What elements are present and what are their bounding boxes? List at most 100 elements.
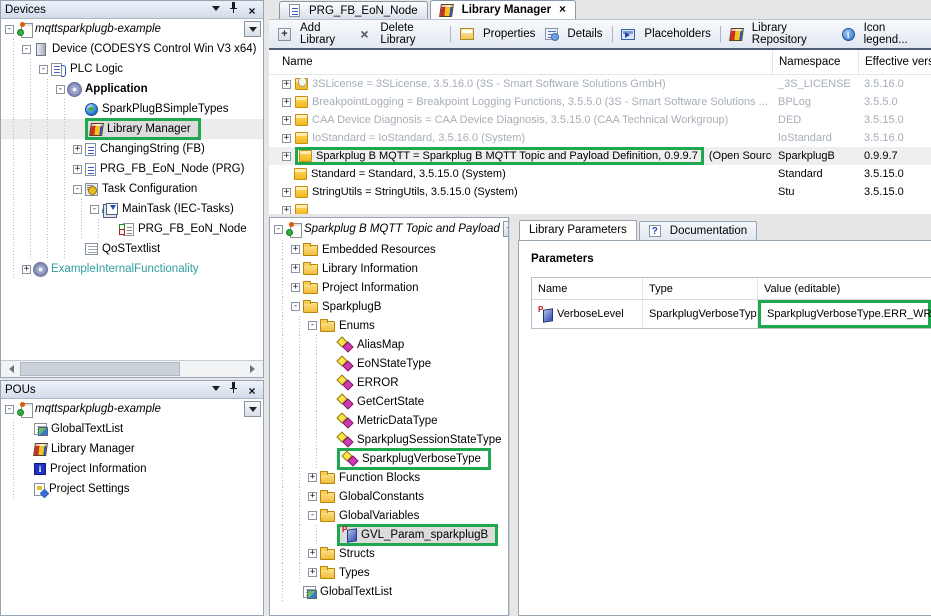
tree-item-maintask-iec-tasks[interactable]: -MainTask (IEC-Tasks) <box>1 199 263 219</box>
expander-minus[interactable]: - <box>308 511 317 520</box>
column-header-name[interactable]: Name <box>269 56 772 68</box>
scrollbar-thumb[interactable] <box>20 362 180 376</box>
tree-item-error[interactable]: ERROR <box>270 373 508 392</box>
expander-plus[interactable]: + <box>308 492 317 501</box>
toolbar-button-delete-library[interactable]: Delete Library <box>354 20 446 48</box>
expander-minus[interactable]: - <box>56 85 65 94</box>
expander-plus[interactable]: + <box>282 80 291 89</box>
tree-item-types[interactable]: +Types <box>270 563 508 582</box>
column-header-namespace[interactable]: Namespace <box>772 50 858 74</box>
tree-view-selector[interactable] <box>244 21 261 37</box>
tree-item-mqttsparkplugb-example[interactable]: -mqttsparkplugb-example <box>1 399 263 419</box>
expander-plus[interactable]: + <box>282 206 291 215</box>
toolbar-button-properties[interactable]: Properties <box>455 26 540 42</box>
expander-plus[interactable]: + <box>308 568 317 577</box>
library-row-standard[interactable]: Standard = Standard, 3.5.15.0 (System)St… <box>269 165 931 183</box>
library-row-ded[interactable]: +CAA Device Diagnosis = CAA Device Diagn… <box>269 111 931 129</box>
tree-item-plc-logic[interactable]: -PLC Logic <box>1 59 263 79</box>
expander-minus[interactable]: - <box>274 225 283 234</box>
toolbar-button-icon-legend[interactable]: Icon legend... <box>837 20 927 48</box>
tab-library-parameters[interactable]: Library Parameters <box>519 220 637 240</box>
library-row-iostandard[interactable]: +IoStandard = IoStandard, 3.5.16.0 (Syst… <box>269 129 931 147</box>
expander-plus[interactable]: + <box>308 549 317 558</box>
library-row-_3s_license[interactable]: +3SLicense = 3SLicense, 3.5.16.0 (3S - S… <box>269 75 931 93</box>
tree-item-globaltextlist[interactable]: GlobalTextList <box>270 582 508 601</box>
tree-item-metricdatatype[interactable]: MetricDataType <box>270 411 508 430</box>
tree-item-sparkplugsessionstatetype[interactable]: SparkplugSessionStateType <box>270 430 508 449</box>
expander-plus[interactable]: + <box>282 188 291 197</box>
tree-item-project-information[interactable]: Project Information <box>1 459 263 479</box>
expander-plus[interactable]: + <box>308 473 317 482</box>
expander-plus[interactable]: + <box>291 283 300 292</box>
expander-minus[interactable]: - <box>22 45 31 54</box>
tree-item-getcertstate[interactable]: GetCertState <box>270 392 508 411</box>
parameter-value-cell[interactable]: SparkplugVerboseType.ERR_WRN <box>757 300 931 328</box>
tab-documentation[interactable]: Documentation <box>639 221 757 240</box>
expander-minus[interactable]: - <box>5 405 14 414</box>
tree-item-gvl-param-sparkplugb[interactable]: GVL_Param_sparkplugB <box>270 525 508 544</box>
expander-plus[interactable]: + <box>282 134 291 143</box>
library-row-partial[interactable]: + <box>269 201 931 214</box>
tree-item-mqttsparkplugb-example[interactable]: -mqttsparkplugb-example <box>1 19 263 39</box>
tree-item-function-blocks[interactable]: +Function Blocks <box>270 468 508 487</box>
expander-plus[interactable]: + <box>282 98 291 107</box>
tree-item-sparkplugverbosetype[interactable]: SparkplugVerboseType <box>270 449 508 468</box>
expander-minus[interactable]: - <box>73 185 82 194</box>
tree-item-sparkplugb[interactable]: -SparkplugB <box>270 297 508 316</box>
expander-plus[interactable]: + <box>282 152 291 161</box>
pin-icon[interactable] <box>227 381 241 395</box>
tree-item-aliasmap[interactable]: AliasMap <box>270 335 508 354</box>
tree-item-prg-fb-eon-node-prg[interactable]: +PRG_FB_EoN_Node (PRG) <box>1 159 263 179</box>
tree-view-selector[interactable] <box>244 401 261 417</box>
tree-item-qostextlist[interactable]: QoSTextlist <box>1 239 263 259</box>
tree-item-sparkplugbsimpletypes[interactable]: SparkPlugBSimpleTypes <box>1 99 263 119</box>
expander-minus[interactable]: - <box>5 25 14 34</box>
scroll-right-arrow-icon[interactable] <box>246 361 263 377</box>
expander-minus[interactable]: - <box>308 321 317 330</box>
close-icon[interactable]: × <box>245 4 259 18</box>
tree-item-project-settings[interactable]: Project Settings <box>1 479 263 499</box>
expander-plus[interactable]: + <box>291 264 300 273</box>
close-icon[interactable]: × <box>245 384 259 398</box>
column-header-effective-version[interactable]: Effective version <box>858 50 931 74</box>
expander-plus[interactable]: + <box>291 245 300 254</box>
tree-item-task-configuration[interactable]: -Task Configuration <box>1 179 263 199</box>
toolbar-button-placeholders[interactable]: Placeholders <box>616 26 715 42</box>
library-row-bplog[interactable]: +BreakpointLogging = Breakpoint Logging … <box>269 93 931 111</box>
pin-icon[interactable] <box>227 1 241 15</box>
library-row-stu[interactable]: +StringUtils = StringUtils, 3.5.15.0 (Sy… <box>269 183 931 201</box>
panel-splitter[interactable] <box>509 217 518 616</box>
parameter-row-verboselevel[interactable]: VerboseLevelSparkplugVerboseTypeSparkplu… <box>532 300 931 328</box>
tree-item-library-manager[interactable]: Library Manager <box>1 439 263 459</box>
close-tab-icon[interactable]: × <box>559 4 566 16</box>
tree-item-eonstatetype[interactable]: EoNStateType <box>270 354 508 373</box>
tree-item-application[interactable]: -Application <box>1 79 263 99</box>
library-selector-row[interactable]: - Sparkplug B MQTT Topic and Payload <box>270 218 508 240</box>
expander-plus[interactable]: + <box>73 165 82 174</box>
tree-item-enums[interactable]: -Enums <box>270 316 508 335</box>
tree-item-library-information[interactable]: +Library Information <box>270 259 508 278</box>
tree-item-embedded-resources[interactable]: +Embedded Resources <box>270 240 508 259</box>
library-row-sparkplugb[interactable]: +Sparkplug B MQTT = Sparkplug B MQTT Top… <box>269 147 931 165</box>
expander-minus[interactable]: - <box>39 65 48 74</box>
scrollbar-track[interactable] <box>18 361 246 377</box>
expander-plus[interactable]: + <box>22 265 31 274</box>
tree-item-device-codesys-control-win-v3-x64[interactable]: -Device (CODESYS Control Win V3 x64) <box>1 39 263 59</box>
expander-minus[interactable]: - <box>291 302 300 311</box>
toolbar-button-library-repository[interactable]: Library Repository <box>725 20 837 48</box>
toolbar-button-details[interactable]: Details <box>540 26 607 42</box>
tree-item-library-manager[interactable]: Library Manager <box>1 119 263 139</box>
editor-tab-prg-fb-eon-node[interactable]: PRG_FB_EoN_Node <box>279 1 428 19</box>
tree-item-prg-fb-eon-node[interactable]: PRG_FB_EoN_Node <box>1 219 263 239</box>
tree-item-exampleinternalfunctionality[interactable]: +ExampleInternalFunctionality <box>1 259 263 279</box>
tree-item-project-information[interactable]: +Project Information <box>270 278 508 297</box>
tree-item-globaltextlist[interactable]: GlobalTextList <box>1 419 263 439</box>
collapse-arrow-icon[interactable] <box>209 2 223 16</box>
expander-minus[interactable]: - <box>90 205 99 214</box>
expander-plus[interactable]: + <box>73 145 82 154</box>
editor-tab-library-manager[interactable]: Library Manager× <box>430 0 576 19</box>
collapse-arrow-icon[interactable] <box>209 382 223 396</box>
toolbar-button-add-library[interactable]: Add Library <box>273 20 354 48</box>
devices-hscrollbar[interactable] <box>1 360 263 377</box>
tree-item-globalconstants[interactable]: +GlobalConstants <box>270 487 508 506</box>
